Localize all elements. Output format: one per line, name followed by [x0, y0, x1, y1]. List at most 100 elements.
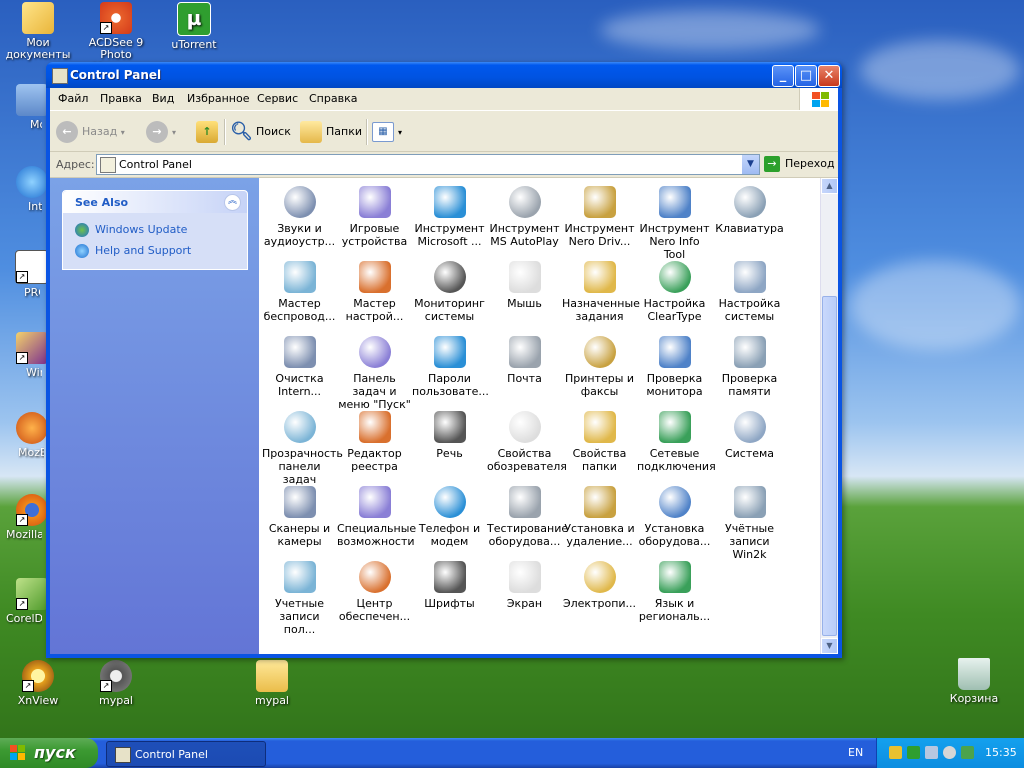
see-also-windows-update[interactable]: Windows Update	[75, 223, 187, 237]
control-panel-item[interactable]: Назначенные задания	[562, 253, 640, 323]
menu-edit[interactable]: Правка	[100, 92, 142, 105]
see-also-header[interactable]: See Also ︽	[63, 191, 247, 213]
collapse-icon[interactable]: ︽	[224, 194, 241, 211]
menu-favorites[interactable]: Избранное	[187, 92, 249, 105]
desktop-icon-utorrent[interactable]: µ uTorrent	[156, 2, 232, 51]
security-shield-icon[interactable]	[889, 746, 902, 759]
control-panel-item[interactable]: Телефон и модем	[412, 478, 487, 548]
scroll-up-button[interactable]: ▲	[821, 178, 838, 194]
minimize-button[interactable]: _	[772, 65, 794, 87]
transparency-icon	[283, 411, 316, 443]
address-input[interactable]: Control Panel ▼	[96, 154, 760, 175]
control-panel-item[interactable]: Экран	[487, 553, 562, 610]
folders-button[interactable]: Папки	[300, 119, 362, 145]
sky-cloud	[860, 40, 1020, 100]
control-panel-item[interactable]: Проверка монитора	[637, 328, 712, 398]
control-panel-item[interactable]: Свойства обозревателя	[487, 403, 567, 473]
control-panel-item[interactable]: Почта	[487, 328, 562, 385]
vertical-scrollbar[interactable]: ▲ ▼	[820, 178, 838, 654]
control-panel-item[interactable]: Специальные возможности	[337, 478, 416, 548]
go-button[interactable]: → Переход	[764, 154, 835, 174]
views-button[interactable]: ▦ ▾	[372, 119, 402, 145]
control-panel-item[interactable]: Принтеры и факсы	[562, 328, 637, 398]
control-panel-item[interactable]: Мышь	[487, 253, 562, 310]
safely-remove-icon[interactable]	[961, 746, 974, 759]
control-panel-item[interactable]: Тестирование оборудова...	[487, 478, 568, 548]
control-panel-item-label: Проверка монитора	[646, 372, 703, 398]
desktop-icon-label: Internet Explorer	[28, 201, 42, 213]
control-panel-item[interactable]: Настройка ClearType	[637, 253, 712, 323]
control-panel-item[interactable]: Инструмент Nero Info Tool	[637, 178, 712, 261]
taskbar-icon	[358, 336, 391, 368]
desktop-icon-xnview[interactable]: ↗ XnView	[0, 660, 76, 707]
control-panel-item[interactable]: Редактор реестра	[337, 403, 412, 473]
up-folder-button[interactable]: ↑	[196, 119, 222, 145]
control-panel-item[interactable]: Мастер настрой...	[337, 253, 412, 323]
start-button[interactable]: пуск	[0, 738, 98, 768]
control-panel-item[interactable]: Язык и региональ...	[637, 553, 712, 623]
control-panel-item[interactable]: Система	[712, 403, 787, 460]
control-panel-item[interactable]: Установка и удаление...	[562, 478, 637, 548]
search-button[interactable]: 🔍︎ Поиск	[230, 119, 291, 145]
control-panel-item[interactable]: Клавиатура	[712, 178, 787, 235]
control-panel-item[interactable]: Инструмент Nero Driv...	[562, 178, 637, 248]
desktop-icon-recycle-bin[interactable]: Корзина	[936, 658, 1012, 705]
menu-tools[interactable]: Сервис	[257, 92, 298, 105]
window-titlebar[interactable]: Control Panel _ □ ✕	[46, 62, 842, 88]
control-panel-item[interactable]: Проверка памяти	[712, 328, 787, 398]
back-label: Назад	[82, 125, 118, 138]
menu-file[interactable]: Файл	[58, 92, 88, 105]
folder-icon	[22, 2, 54, 34]
control-panel-item-label: Свойства обозревателя	[487, 447, 567, 473]
back-button[interactable]: ← Назад ▾	[56, 119, 125, 145]
control-panel-item[interactable]: Пароли пользовате...	[412, 328, 489, 398]
menu-view[interactable]: Вид	[152, 92, 174, 105]
control-panel-item[interactable]: Звуки и аудиоустр...	[262, 178, 337, 248]
scroll-down-button[interactable]: ▼	[821, 638, 838, 654]
network-tray-icon[interactable]	[925, 746, 938, 759]
desktop-icon-mypal[interactable]: ↗ mypal	[78, 660, 154, 707]
monitor-icon	[658, 336, 691, 368]
menu-help[interactable]: Справка	[309, 92, 357, 105]
control-panel-item[interactable]: Свойства папки	[562, 403, 637, 473]
control-panel-item[interactable]: Инструмент MS AutoPlay	[487, 178, 562, 248]
taskbar-button-control-panel[interactable]: Control Panel	[106, 741, 266, 767]
control-panel-item[interactable]: Прозрачность панели задач	[262, 403, 343, 486]
control-panel-item[interactable]: Сканеры и камеры	[262, 478, 337, 548]
utorrent-tray-icon[interactable]	[907, 746, 920, 759]
control-panel-item[interactable]: Настройка системы	[712, 253, 787, 323]
control-panel-item[interactable]: Игровые устройства	[337, 178, 412, 248]
accessibility-icon	[358, 486, 391, 518]
language-indicator[interactable]: EN	[848, 746, 863, 759]
control-panel-item-label: Центр обеспечен...	[338, 597, 411, 623]
control-panel-item[interactable]: Очистка Intern...	[262, 328, 337, 398]
control-panel-item[interactable]: Панель задач и меню "Пуск"	[337, 328, 412, 411]
control-panel-item[interactable]: Сетевые подключения	[637, 403, 716, 473]
winrar-icon: ↗	[16, 332, 48, 364]
scroll-thumb[interactable]	[822, 296, 837, 636]
address-value: Control Panel	[119, 158, 192, 171]
control-panel-item[interactable]: Учётные записи Win2k	[712, 478, 787, 561]
control-panel-item[interactable]: Шрифты	[412, 553, 487, 610]
address-dropdown-button[interactable]: ▼	[742, 155, 759, 174]
printer-icon	[583, 336, 616, 368]
control-panel-item[interactable]: Электропи...	[562, 553, 637, 610]
control-panel-item[interactable]: Установка оборудова...	[637, 478, 712, 548]
maximize-button[interactable]: □	[795, 65, 817, 87]
forward-button[interactable]: → ▾	[146, 119, 176, 145]
desktop-icon-label: Корзина	[949, 692, 999, 705]
desktop-icon-mypal-folder[interactable]: mypal	[234, 660, 310, 707]
control-panel-item[interactable]: Учетные записи пол...	[262, 553, 337, 636]
control-panel-item[interactable]: Инструмент Microsoft ...	[412, 178, 487, 248]
sky-cloud	[850, 260, 1020, 350]
control-panel-item[interactable]: Мастер беспровод...	[262, 253, 337, 323]
close-button[interactable]: ✕	[818, 65, 840, 87]
see-also-help-and-support[interactable]: Help and Support	[75, 244, 191, 258]
info-icon	[658, 186, 691, 218]
clock[interactable]: 15:35	[985, 746, 1017, 759]
desktop-icon-my-documents[interactable]: Мои документы	[0, 2, 76, 61]
control-panel-item[interactable]: Мониторинг системы	[412, 253, 487, 323]
control-panel-item[interactable]: Центр обеспечен...	[337, 553, 412, 623]
clock-tray-icon[interactable]	[943, 746, 956, 759]
control-panel-item[interactable]: Речь	[412, 403, 487, 460]
